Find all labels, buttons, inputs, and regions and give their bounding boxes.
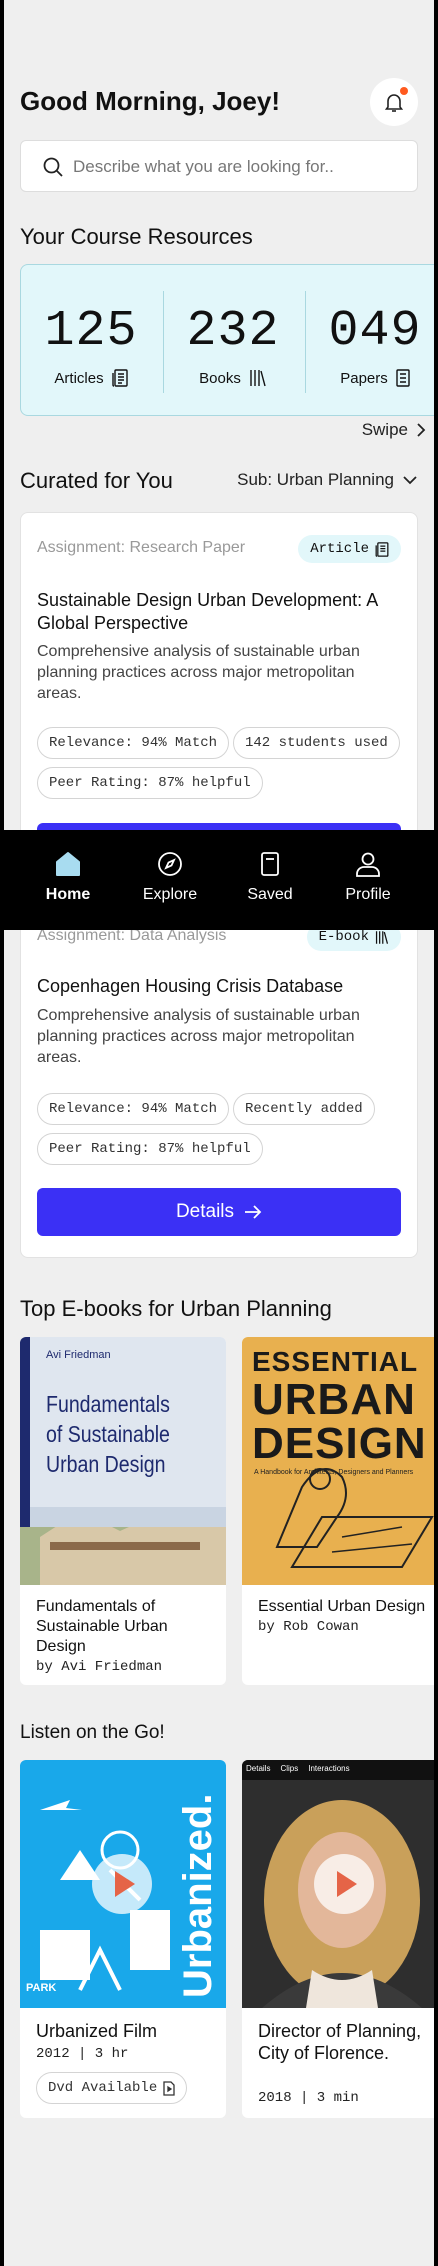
nav-home[interactable]: Home (18, 830, 118, 930)
ebook-card[interactable]: ESSENTIAL URBAN DESIGN A Handbook for Ar… (242, 1337, 434, 1685)
course-resources-title: Your Course Resources (20, 224, 253, 249)
video-tab-interactions[interactable]: Interactions (308, 1764, 349, 1773)
rating-chip: Peer Rating: 87% helpful (37, 1133, 263, 1165)
nav-saved[interactable]: Saved (220, 830, 320, 930)
chevron-right-icon (417, 423, 426, 437)
chip-label: Dvd Available (48, 2080, 158, 2096)
bottom-navigation: Home Explore Saved Profile (0, 830, 438, 930)
nav-label: Profile (345, 886, 391, 903)
stat-papers[interactable]: 049 Papers (305, 265, 434, 415)
badge-label: E-book (318, 929, 369, 945)
stat-label: Articles (54, 369, 104, 387)
resource-title: Copenhagen Housing Crisis Database (37, 976, 344, 996)
cover-author: Avi Friedman (46, 1349, 111, 1361)
video-tab-details[interactable]: Details (246, 1764, 270, 1773)
play-button[interactable] (92, 1854, 152, 1914)
details-button[interactable]: Details (37, 1188, 401, 1236)
media-card[interactable]: Details Clips Interactions Director of P… (242, 1760, 434, 2118)
ebook-author: by Rob Cowan (258, 1619, 359, 1635)
nav-explore[interactable]: Explore (120, 830, 220, 930)
stat-books[interactable]: 232 Books (163, 265, 303, 415)
listen-title: Listen on the Go! (20, 1722, 165, 1743)
swipe-label: Swipe (361, 420, 408, 439)
notifications-button[interactable] (370, 78, 418, 126)
stat-articles[interactable]: 125 Articles (21, 265, 161, 415)
video-tabs: Details Clips Interactions (246, 1764, 350, 1773)
recently-added-chip: Recently added (233, 1093, 375, 1125)
dvd-available-chip: Dvd Available (36, 2072, 188, 2104)
nav-profile[interactable]: Profile (318, 830, 418, 930)
header: Good Morning, Joey! (20, 78, 418, 126)
relevance-chip: Relevance: 94% Match (37, 727, 230, 759)
ebook-card[interactable]: Avi Friedman Fundamentals of Sustainable… (20, 1337, 226, 1685)
nav-label: Explore (142, 886, 198, 903)
compass-icon (158, 852, 182, 876)
books-icon (375, 930, 389, 944)
ebooks-title: Top E-books for Urban Planning (20, 1296, 332, 1321)
papers-icon (396, 369, 410, 387)
media-meta: 2012 | 3 hr (36, 2046, 129, 2062)
user-icon (356, 852, 380, 877)
video-tab-clips[interactable]: Clips (280, 1764, 298, 1773)
badge-label: Article (310, 541, 369, 557)
media-card[interactable]: Urbanized. PARK Urbanized Film 2012 | 3 … (20, 1760, 226, 2118)
stat-label: Books (199, 369, 241, 387)
ebook-author: by Avi Friedman (36, 1659, 163, 1675)
resource-title: Sustainable Design Urban Development: A … (37, 590, 378, 633)
resource-stats-card[interactable]: 125 Articles 232 Books 049 Papers (20, 264, 434, 416)
curated-title: Curated for You (20, 468, 173, 493)
search-icon (43, 157, 63, 177)
film-cover-small-text: PARK (26, 1982, 57, 1994)
resource-description: Comprehensive analysis of sustainable ur… (37, 643, 360, 702)
cover-title: Fundamentals of Sustainable Urban Design (46, 1391, 170, 1477)
stat-value: 232 (186, 303, 280, 360)
home-icon (56, 852, 80, 876)
cover-title: ESSENTIAL URBAN DESIGN (252, 1346, 427, 1468)
notification-dot (400, 87, 408, 95)
stat-value: 049 (328, 303, 422, 360)
swipe-hint[interactable]: Swipe (362, 420, 426, 440)
details-label: Details (175, 1201, 235, 1222)
bookmark-icon (261, 852, 279, 876)
usage-chip: 142 students used (233, 727, 400, 759)
file-icon (163, 2080, 175, 2096)
stat-value: 125 (44, 303, 138, 360)
relevance-chip: Relevance: 94% Match (37, 1093, 230, 1125)
cover-subtitle: A Handbook for Architects, Designers and… (254, 1469, 414, 1476)
app-screen: Good Morning, Joey! Your Course Resource… (4, 0, 434, 2266)
chevron-down-icon (403, 476, 417, 485)
search-input[interactable] (73, 153, 393, 181)
ebook-title: Fundamentals of Sustainable Urban Design (36, 1598, 168, 1655)
arrow-right-icon (245, 1205, 262, 1219)
search-bar[interactable] (20, 140, 418, 192)
subject-filter-dropdown[interactable]: Sub: Urban Planning (237, 470, 418, 490)
article-icon (111, 369, 128, 387)
books-icon (250, 370, 266, 387)
media-title: Urbanized Film (36, 2021, 158, 2041)
greeting-title: Good Morning, Joey! (20, 86, 280, 116)
nav-label: Home (45, 886, 91, 903)
resource-card[interactable]: Assignment: Research Paper Article Susta… (20, 512, 418, 871)
ebook-title: Essential Urban Design (258, 1598, 426, 1615)
resource-description: Comprehensive analysis of sustainable ur… (37, 1007, 360, 1066)
play-button[interactable] (314, 1854, 374, 1914)
article-icon (375, 541, 389, 557)
resource-type-badge: Article (298, 535, 401, 563)
nav-label: Saved (247, 886, 293, 903)
rating-chip: Peer Rating: 87% helpful (37, 767, 263, 799)
film-cover-text: Urbanized. (176, 1793, 220, 1998)
media-meta: 2018 | 3 min (258, 2090, 359, 2106)
stat-label: Papers (340, 369, 388, 387)
media-title: Director of Planning, City of Florence. (258, 2021, 422, 2063)
filter-label: Sub: Urban Planning (237, 470, 394, 489)
assignment-type: Assignment: Research Paper (37, 539, 246, 556)
